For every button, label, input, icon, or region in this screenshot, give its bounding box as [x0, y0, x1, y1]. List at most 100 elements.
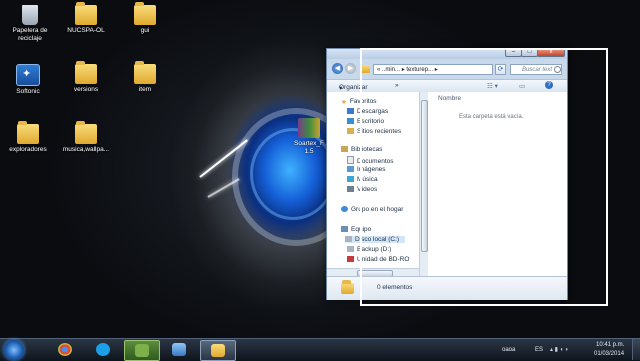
softonic-icon [16, 64, 40, 86]
nav-favorites-header[interactable]: ★ Favoritos [341, 98, 377, 106]
downloads-icon [347, 108, 354, 114]
address-field[interactable]: « ..min... ▸ texturep... ▸ [373, 64, 493, 75]
optical-drive-icon [347, 256, 354, 262]
drive-icon [345, 236, 352, 242]
address-separator[interactable]: ▸ [435, 67, 438, 73]
desktop-icon-label: item [138, 86, 152, 93]
address-part[interactable]: ..min... [382, 67, 400, 73]
desktop-icon-musica[interactable]: musica,wallpa... [58, 121, 114, 154]
nav-item-videos[interactable]: Vídeos [347, 186, 377, 193]
address-separator: ▸ [401, 67, 405, 73]
tray-label[interactable]: oaoa [502, 347, 515, 353]
empty-folder-message: Esta carpeta está vacía. [459, 114, 524, 120]
folder-icon [341, 280, 354, 294]
desktop-icon-exploradores[interactable]: exploradores [0, 121, 56, 154]
desktop-icon-softonic[interactable]: Softonic [0, 64, 56, 96]
taskbar-minecraft-button[interactable] [124, 340, 160, 361]
desktop-icon-gui[interactable]: gui [117, 2, 173, 35]
desktop-icon-label: exploradores [9, 146, 47, 153]
libraries-icon [341, 146, 348, 152]
videos-icon [347, 186, 354, 192]
pictures-icon [347, 166, 354, 172]
explorer-folder-icon [211, 344, 225, 357]
folder-icon [134, 61, 156, 84]
status-item-count: 0 elementos [377, 284, 413, 291]
star-icon: ★ [341, 99, 347, 106]
chrome-icon [58, 343, 72, 356]
taskbar-skype-button[interactable] [86, 340, 120, 359]
minimize-button[interactable]: – [505, 49, 522, 57]
nav-item-descargas[interactable]: Descargas [347, 108, 388, 115]
back-button[interactable]: ◀ [332, 63, 343, 74]
desktop-icon-versions[interactable]: versions [58, 61, 114, 94]
refresh-icon[interactable]: ⟳ [495, 64, 506, 75]
taskbar-window-switcher-button[interactable] [162, 340, 196, 359]
search-icon [554, 66, 561, 73]
desktop-icon-label: musica,wallpa... [62, 146, 110, 153]
desktop-icon-item[interactable]: item [117, 61, 173, 94]
start-button[interactable] [4, 340, 24, 360]
desktop-icon-label: NUCSPA-OL [67, 27, 105, 34]
address-part[interactable]: texturep... [406, 67, 433, 73]
address-bar-row: ◀ ▶ « ..min... ▸ texturep... ▸ ⟳ Buscar … [327, 59, 567, 79]
recycle-bin-icon [22, 5, 38, 25]
desktop-icon-label: gui [140, 27, 150, 34]
homegroup-icon [341, 206, 348, 212]
desktop-icon-recycle-bin[interactable]: Papelera de reciclaje [2, 5, 58, 43]
tray-notification-icons[interactable]: ▴ ▮ ◖ ◗ [550, 346, 586, 354]
column-header-name[interactable]: Nombre [438, 95, 461, 102]
view-options-icon[interactable]: ☷ ▾ [487, 82, 498, 90]
forward-button[interactable]: ▶ [345, 63, 356, 74]
taskbar-chrome-button[interactable] [48, 340, 82, 359]
folder-icon [75, 61, 97, 84]
preview-pane-icon[interactable]: ▭ [519, 82, 525, 90]
taskbar-explorer-button[interactable] [200, 340, 236, 361]
documents-icon [347, 156, 354, 164]
archive-icon [298, 118, 320, 138]
music-icon [347, 176, 354, 182]
nav-item-bd-ro[interactable]: Unidad de BD-RO [347, 256, 409, 263]
nav-item-backup[interactable]: Backup (D:) [347, 246, 391, 253]
more-commands-button[interactable]: » [395, 82, 399, 89]
nav-item-sitios-recientes[interactable]: Sitios recientes [347, 128, 401, 135]
folder-icon [75, 121, 97, 144]
skype-icon [96, 343, 110, 356]
nav-item-imagenes[interactable]: Imágenes [347, 166, 386, 173]
show-desktop-button[interactable] [632, 339, 640, 360]
status-bar: 0 elementos [327, 276, 567, 300]
desktop-icon [347, 118, 354, 124]
close-button[interactable]: x [537, 49, 565, 57]
recent-places-icon [347, 128, 354, 134]
nav-vertical-scrollbar[interactable] [419, 92, 428, 276]
computer-icon [341, 226, 348, 232]
desktop-icon-label: Softonic [16, 88, 40, 95]
folder-icon [134, 2, 156, 25]
desktop-icon-label: reciclaje [18, 35, 42, 42]
nav-item-escritorio[interactable]: Escritorio [347, 118, 384, 125]
desktop-icon-label: versions [73, 86, 99, 93]
clock-date[interactable]: 01/03/2014 [594, 351, 624, 357]
scrollbar-thumb[interactable] [421, 100, 428, 252]
nav-item-disco-local[interactable]: Disco local (C:) [345, 236, 406, 243]
clock-time[interactable]: 10:41 p.m. [596, 342, 624, 348]
nav-item-documentos[interactable]: Documentos [347, 156, 394, 165]
address-overflow-chevron[interactable]: « [377, 67, 380, 73]
minecraft-icon [135, 344, 149, 357]
taskbar: oaoa ES ▴ ▮ ◖ ◗ 10:41 p.m. 01/03/2014 [0, 338, 640, 361]
navigation-pane: ★ Favoritos Descargas Escritorio Sitios r… [327, 92, 419, 276]
command-bar: Organizar ▾ » ☷ ▾ ▭ ? [327, 79, 567, 93]
folder-icon [75, 2, 97, 25]
explorer-window[interactable]: – □ x ◀ ▶ « ..min... ▸ texturep... ▸ ⟳ B… [326, 48, 568, 300]
nav-item-musica[interactable]: Música [347, 176, 378, 183]
maximize-button[interactable]: □ [521, 49, 538, 57]
nav-computer-header[interactable]: Equipo [341, 226, 371, 233]
folder-icon [361, 65, 370, 73]
nav-libraries-header[interactable]: Bibliotecas [341, 146, 382, 153]
drive-icon [347, 246, 354, 252]
window-titlebar[interactable]: – □ x [327, 49, 567, 59]
file-list[interactable]: Nombre Esta carpeta está vacía. [428, 92, 567, 276]
desktop-icon-nucspa-ol[interactable]: NUCSPA-OL [58, 2, 114, 35]
language-indicator[interactable]: ES [535, 347, 543, 353]
nav-homegroup[interactable]: Grupo en el hogar [341, 206, 403, 213]
help-icon[interactable]: ? [545, 81, 553, 89]
